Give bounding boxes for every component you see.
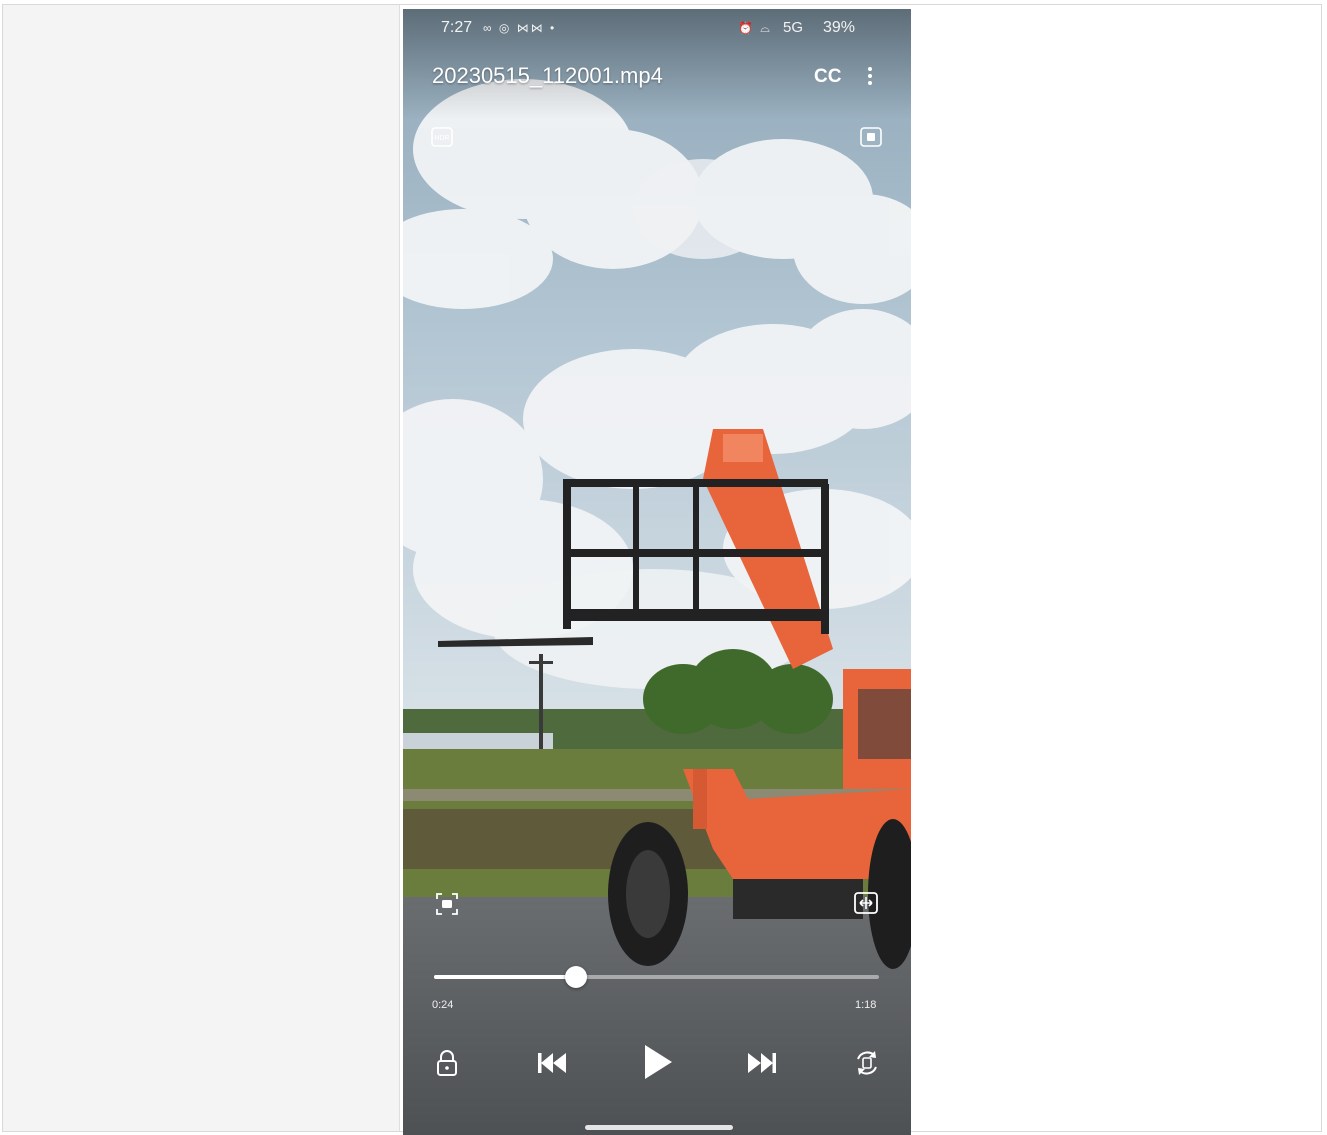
fit-screen-icon [854, 892, 878, 914]
hdr-icon: HDR [431, 127, 453, 147]
pip-icon [860, 127, 882, 147]
more-dot-icon [868, 67, 872, 71]
more-dot-icon [868, 74, 872, 78]
more-options-button[interactable] [865, 64, 875, 90]
previous-button[interactable] [536, 1050, 568, 1076]
status-notification-icons: ∞ ◎ ⋈⋈ • [483, 21, 557, 35]
play-button[interactable] [642, 1043, 674, 1081]
next-icon [748, 1053, 776, 1073]
seek-thumb[interactable] [565, 966, 588, 988]
more-dot-icon [868, 81, 872, 85]
popup-player-button[interactable] [859, 125, 883, 149]
network-indicator: 5G [783, 19, 804, 36]
video-player-screen: 7:27 ∞ ◎ ⋈⋈ • ⏰ ⌓ 5G 39% 20230515_112001… [403, 9, 911, 1135]
status-time: 7:27 [441, 19, 473, 36]
rotate-button[interactable] [853, 1049, 881, 1077]
status-bar: 7:27 ∞ ◎ ⋈⋈ • ⏰ ⌓ 5G 39% [403, 19, 911, 41]
video-file-name: 20230515_112001.mp4 [432, 63, 663, 88]
seek-progress [434, 975, 577, 979]
svg-text:HDR: HDR [434, 135, 449, 142]
next-button[interactable] [746, 1050, 778, 1076]
screen-ratio-button[interactable] [853, 890, 879, 916]
previous-icon [538, 1053, 566, 1073]
current-time: 0:24 [432, 999, 454, 1011]
rotate-icon [857, 1051, 877, 1075]
capture-button[interactable] [434, 891, 460, 917]
captions-button[interactable]: CC [814, 66, 841, 88]
seek-bar[interactable] [434, 966, 879, 988]
hdr-button[interactable]: HDR [430, 125, 454, 149]
left-blank-panel [3, 5, 400, 1131]
battery-indicator: 39% [823, 19, 856, 36]
total-time: 1:18 [855, 999, 877, 1011]
lock-button[interactable] [435, 1049, 459, 1077]
play-icon [645, 1045, 672, 1079]
lock-icon [437, 1050, 457, 1076]
home-indicator[interactable] [585, 1125, 733, 1130]
status-system-icons: ⏰ ⌓ [738, 21, 772, 35]
screenshot-icon [436, 893, 458, 915]
